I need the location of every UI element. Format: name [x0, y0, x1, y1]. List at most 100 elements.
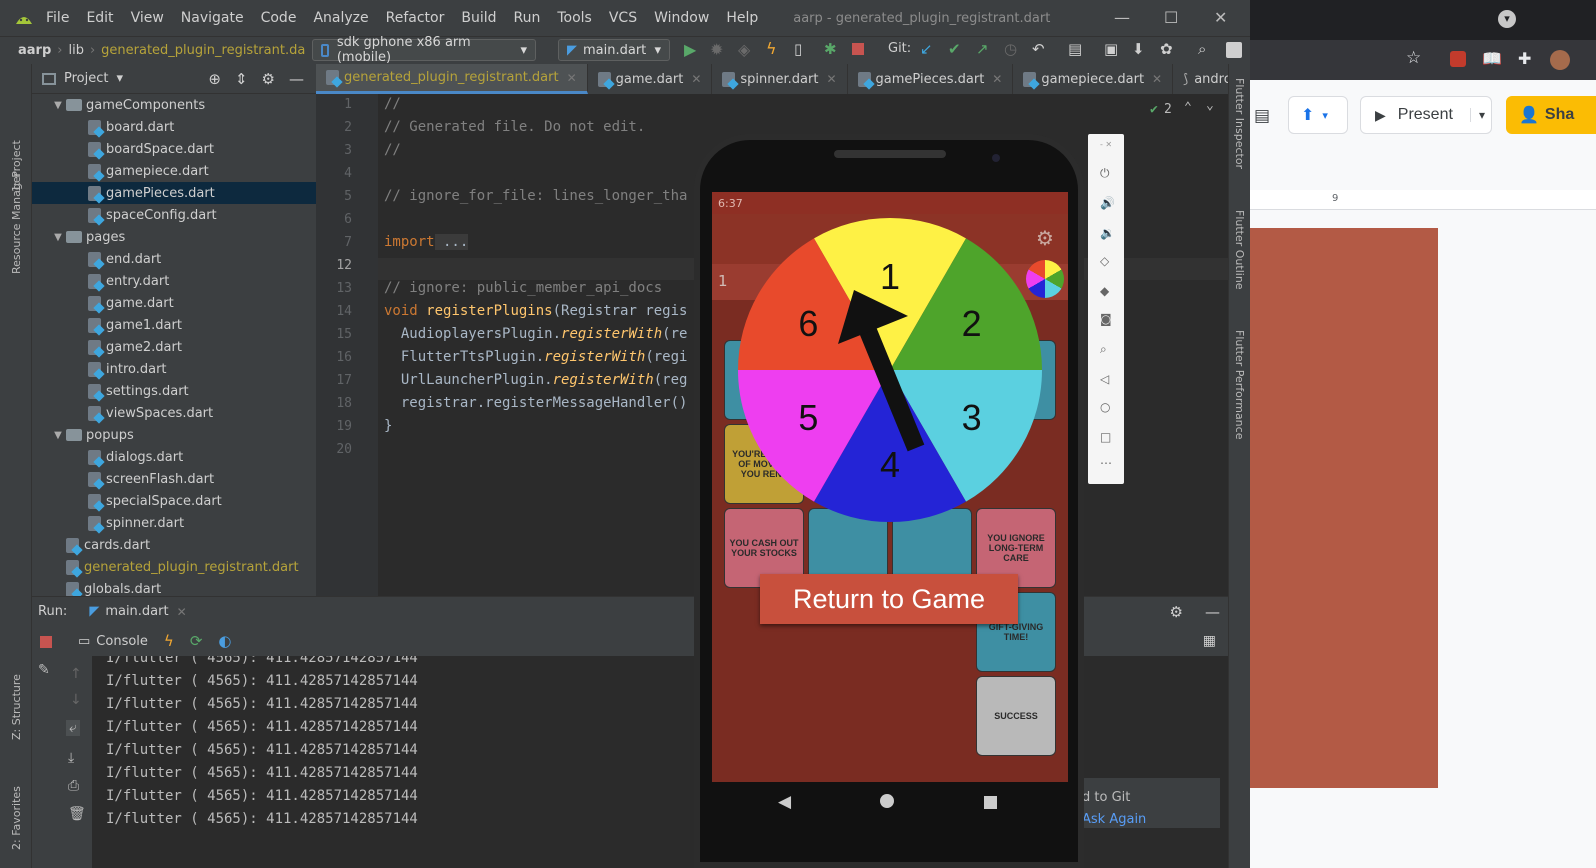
- menu-code[interactable]: Code: [261, 10, 297, 26]
- tree-file[interactable]: game.dart: [32, 292, 316, 314]
- menu-window[interactable]: Window: [654, 10, 709, 26]
- run-config-tab[interactable]: main.dart: [105, 604, 168, 619]
- tree-file[interactable]: game1.dart: [32, 314, 316, 336]
- tree-file[interactable]: entry.dart: [32, 270, 316, 292]
- tree-file[interactable]: specialSpace.dart: [32, 490, 316, 512]
- menu-file[interactable]: File: [46, 10, 69, 26]
- avatar[interactable]: [1550, 50, 1570, 70]
- favorites-tool-tab[interactable]: 2: Favorites: [10, 760, 23, 850]
- hot-reload-icon[interactable]: ϟ: [164, 632, 174, 650]
- menu-vcs[interactable]: VCS: [609, 10, 637, 26]
- return-to-game-button[interactable]: Return to Game: [760, 574, 1018, 624]
- tree-file[interactable]: generated_plugin_registrant.dart: [32, 556, 316, 578]
- close-tab-icon[interactable]: ✕: [1152, 72, 1162, 86]
- slide-canvas[interactable]: [1250, 228, 1438, 788]
- print-icon[interactable]: ⎙: [68, 778, 79, 794]
- layout-icon[interactable]: ▦: [1203, 633, 1216, 649]
- resource-manager-tool-tab[interactable]: Resource Manager: [10, 164, 23, 274]
- volume-down-icon[interactable]: 🔉: [1100, 226, 1115, 240]
- rotate-left-icon[interactable]: ◇: [1100, 254, 1109, 268]
- menu-analyze[interactable]: Analyze: [313, 10, 368, 26]
- breadcrumb-project[interactable]: aarp: [18, 43, 51, 58]
- power-icon[interactable]: ⏻: [1100, 166, 1110, 181]
- avatar[interactable]: [1226, 42, 1242, 58]
- tree-file[interactable]: gamePieces.dart: [32, 182, 316, 204]
- extensions-icon[interactable]: ✚: [1518, 49, 1531, 68]
- menu-run[interactable]: Run: [514, 10, 541, 26]
- project-structure-icon[interactable]: ▤: [1068, 40, 1082, 58]
- stop-icon[interactable]: [40, 636, 52, 648]
- devtools-icon[interactable]: ◐: [218, 632, 231, 650]
- more-icon[interactable]: ⋯: [1100, 456, 1112, 470]
- rollback-icon[interactable]: ↶: [1032, 40, 1045, 58]
- menu-tools[interactable]: Tools: [557, 10, 592, 26]
- spinner-wheel[interactable]: 1 2 3 4 5 6: [738, 218, 1042, 522]
- minimize-icon[interactable]: —: [1114, 8, 1130, 27]
- inspection-check-icon[interactable]: ✔: [1150, 102, 1158, 117]
- overview-icon[interactable]: □: [1100, 430, 1111, 444]
- tree-file[interactable]: board.dart: [32, 116, 316, 138]
- git-update-icon[interactable]: ↙: [920, 40, 933, 58]
- debug-icon[interactable]: ✹: [710, 40, 723, 59]
- close-tab-icon[interactable]: ✕: [691, 72, 701, 86]
- comments-icon[interactable]: ▤: [1254, 106, 1270, 126]
- soft-wrap-icon[interactable]: ⤶: [66, 720, 80, 736]
- git-push-icon[interactable]: ↗: [976, 40, 989, 58]
- tree-file[interactable]: screenFlash.dart: [32, 468, 316, 490]
- menu-view[interactable]: View: [131, 10, 164, 26]
- close-tab-icon[interactable]: ✕: [992, 72, 1002, 86]
- collapse-all-icon[interactable]: ⇕: [235, 70, 248, 88]
- flutter-inspector-tab[interactable]: Flutter Inspector: [1233, 78, 1246, 198]
- slideshow-options-button[interactable]: ⬆ ▾: [1288, 96, 1348, 134]
- home-icon[interactable]: [880, 794, 894, 808]
- stop-icon[interactable]: [852, 43, 864, 55]
- ask-again-link[interactable]: Ask Again: [1082, 812, 1146, 827]
- breadcrumb-file[interactable]: generated_plugin_registrant.da: [101, 43, 305, 58]
- locate-icon[interactable]: ⊕: [208, 70, 221, 88]
- run-icon[interactable]: ▶: [684, 40, 696, 59]
- tree-file[interactable]: viewSpaces.dart: [32, 402, 316, 424]
- sdk-manager-icon[interactable]: ⬇: [1132, 40, 1145, 58]
- flutter-outline-tab[interactable]: Flutter Outline: [1233, 210, 1246, 320]
- menu-help[interactable]: Help: [726, 10, 758, 26]
- git-commit-icon[interactable]: ✔: [948, 40, 961, 58]
- chevron-down-icon[interactable]: ▼: [50, 100, 66, 111]
- close-icon[interactable]: ✕: [1214, 8, 1227, 27]
- hide-icon[interactable]: —: [289, 70, 304, 88]
- camera-icon[interactable]: ◙: [1100, 312, 1112, 326]
- breadcrumb-folder[interactable]: lib: [68, 43, 83, 58]
- tab-gamepiece[interactable]: gamepiece.dart ✕: [1013, 64, 1174, 94]
- tab-generated-plugin-registrant[interactable]: generated_plugin_registrant.dart ✕: [316, 64, 588, 94]
- close-tab-icon[interactable]: ✕: [567, 71, 577, 85]
- maximize-icon[interactable]: ☐: [1164, 8, 1178, 27]
- device-file-icon[interactable]: ▯: [794, 40, 802, 58]
- hot-reload-icon[interactable]: ϟ: [766, 39, 777, 58]
- tree-file[interactable]: gamepiece.dart: [32, 160, 316, 182]
- tree-file[interactable]: intro.dart: [32, 358, 316, 380]
- gear-icon[interactable]: ⚙: [262, 70, 275, 88]
- menu-build[interactable]: Build: [461, 10, 496, 26]
- flutter-performance-tab[interactable]: Flutter Performance: [1233, 330, 1246, 470]
- attach-debugger-icon[interactable]: ✱: [824, 40, 837, 58]
- structure-tool-tab[interactable]: Z: Structure: [10, 660, 23, 740]
- overview-icon[interactable]: [984, 796, 997, 809]
- chevron-down-icon[interactable]: ▼: [50, 232, 66, 243]
- home-icon[interactable]: ○: [1100, 400, 1110, 414]
- tree-file[interactable]: dialogs.dart: [32, 446, 316, 468]
- chevron-down-icon[interactable]: ▼: [50, 430, 66, 441]
- tree-file[interactable]: boardSpace.dart: [32, 138, 316, 160]
- tree-folder[interactable]: ▼ gameComponents: [32, 94, 316, 116]
- tree-file[interactable]: settings.dart: [32, 380, 316, 402]
- menu-edit[interactable]: Edit: [86, 10, 113, 26]
- close-tab-icon[interactable]: ✕: [826, 72, 836, 86]
- tree-file[interactable]: end.dart: [32, 248, 316, 270]
- tab-gamepieces[interactable]: gamePieces.dart ✕: [848, 64, 1014, 94]
- back-icon[interactable]: ◁: [1100, 372, 1109, 386]
- hide-icon[interactable]: —: [1205, 603, 1220, 621]
- back-icon[interactable]: ◀: [778, 792, 791, 812]
- menu-navigate[interactable]: Navigate: [181, 10, 244, 26]
- tab-game[interactable]: game.dart ✕: [588, 64, 713, 94]
- search-icon[interactable]: ⌕: [1198, 40, 1206, 58]
- plugin-icon[interactable]: ✿: [1160, 40, 1173, 58]
- emulator-minimize-icon[interactable]: - ✕: [1100, 140, 1112, 149]
